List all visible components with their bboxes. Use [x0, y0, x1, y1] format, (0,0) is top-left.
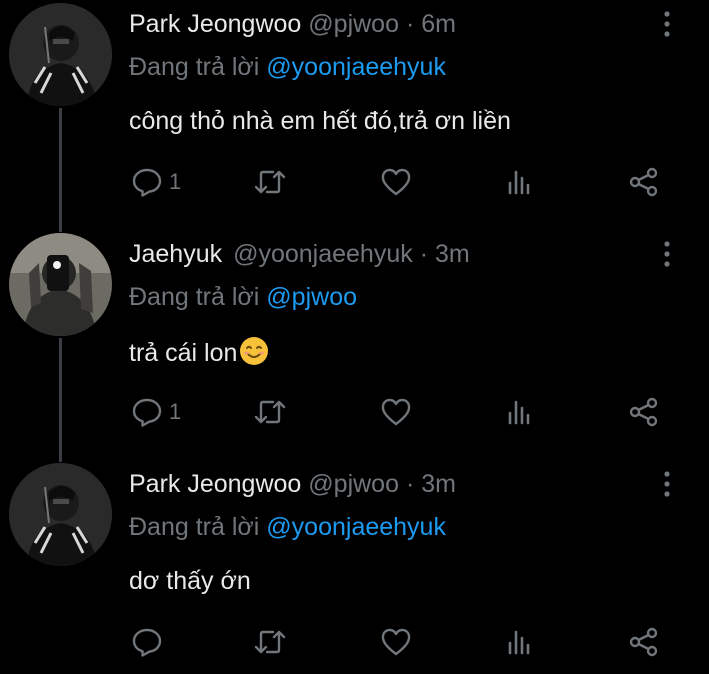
heart-icon	[381, 168, 411, 196]
action-bar	[0, 622, 709, 662]
mention-link[interactable]: @pjwoo	[266, 283, 357, 311]
reply-count: 1	[169, 169, 182, 194]
avatar[interactable]	[9, 3, 112, 106]
retweet-button[interactable]	[253, 162, 287, 202]
avatar[interactable]	[9, 463, 112, 566]
replying-to-label: Đang trả lời	[129, 53, 260, 81]
share-icon	[629, 397, 658, 427]
reply-count: 1	[169, 399, 182, 424]
smiling-face-emoji	[240, 337, 269, 365]
author-name[interactable]: Park Jeongwoo	[129, 470, 301, 498]
tweet-text: công thỏ nhà em hết đó,trả ơn liền	[129, 107, 511, 135]
tweet-text: trả cái lon	[129, 339, 238, 367]
retweet-icon	[254, 170, 286, 194]
avatar[interactable]	[9, 233, 112, 336]
more-button[interactable]	[655, 469, 679, 499]
reply-button[interactable]: 1	[131, 162, 181, 202]
separator-dot: ·	[405, 470, 415, 498]
replying-to: Đang trả lời @yoonjaeehyuk	[129, 512, 446, 542]
replying-to-label: Đang trả lời	[129, 513, 260, 541]
author-name[interactable]: Jaehyuk	[129, 240, 222, 268]
analytics-icon	[508, 170, 530, 195]
timestamp[interactable]: 3m	[421, 470, 456, 498]
heart-icon	[381, 628, 411, 656]
retweet-button[interactable]	[253, 622, 287, 662]
replying-to: Đang trả lời @pjwoo	[129, 282, 357, 312]
timestamp[interactable]: 6m	[421, 10, 456, 38]
analytics-icon	[508, 400, 530, 425]
reply-button[interactable]	[131, 622, 169, 662]
tweet-header: Park Jeongwoo @pjwoo · 6m	[129, 9, 456, 39]
action-bar: 1	[0, 162, 709, 202]
tweet-text: dơ thấy ớn	[129, 567, 251, 595]
reply-button[interactable]: 1	[131, 392, 181, 432]
retweet-icon	[254, 630, 286, 654]
timestamp[interactable]: 3m	[435, 240, 470, 268]
share-icon	[629, 627, 658, 657]
separator-dot: ·	[405, 10, 415, 38]
tweet-header: Park Jeongwoo @pjwoo · 3m	[129, 469, 456, 499]
retweet-icon	[254, 400, 286, 424]
reply-icon	[132, 168, 162, 197]
replying-to: Đang trả lời @yoonjaeehyuk	[129, 52, 446, 82]
views-button[interactable]	[506, 392, 534, 432]
author-handle[interactable]: @yoonjaeehyuk	[233, 240, 413, 268]
mention-link[interactable]: @yoonjaeehyuk	[266, 513, 446, 541]
more-button[interactable]	[655, 239, 679, 269]
more-vertical-icon	[664, 241, 670, 267]
author-handle[interactable]: @pjwoo	[308, 10, 399, 38]
heart-icon	[381, 398, 411, 426]
like-button[interactable]	[380, 162, 412, 202]
tweet-header: Jaehyuk @yoonjaeehyuk · 3m	[129, 239, 470, 269]
more-vertical-icon	[664, 471, 670, 497]
share-button[interactable]	[628, 162, 660, 202]
mention-link[interactable]: @yoonjaeehyuk	[266, 53, 446, 81]
action-bar: 1	[0, 392, 709, 432]
views-button[interactable]	[506, 622, 534, 662]
more-vertical-icon	[664, 11, 670, 37]
reply-icon	[132, 628, 162, 657]
share-button[interactable]	[628, 392, 660, 432]
retweet-button[interactable]	[253, 392, 287, 432]
analytics-icon	[508, 630, 530, 655]
like-button[interactable]	[380, 392, 412, 432]
share-icon	[629, 167, 658, 197]
separator-dot: ·	[419, 240, 429, 268]
like-button[interactable]	[380, 622, 412, 662]
reply-icon	[132, 398, 162, 427]
more-button[interactable]	[655, 9, 679, 39]
share-button[interactable]	[628, 622, 660, 662]
replying-to-label: Đang trả lời	[129, 283, 260, 311]
views-button[interactable]	[506, 162, 534, 202]
author-handle[interactable]: @pjwoo	[308, 470, 399, 498]
author-name[interactable]: Park Jeongwoo	[129, 10, 301, 38]
tweet-text-container: trả cái lon	[129, 336, 269, 368]
